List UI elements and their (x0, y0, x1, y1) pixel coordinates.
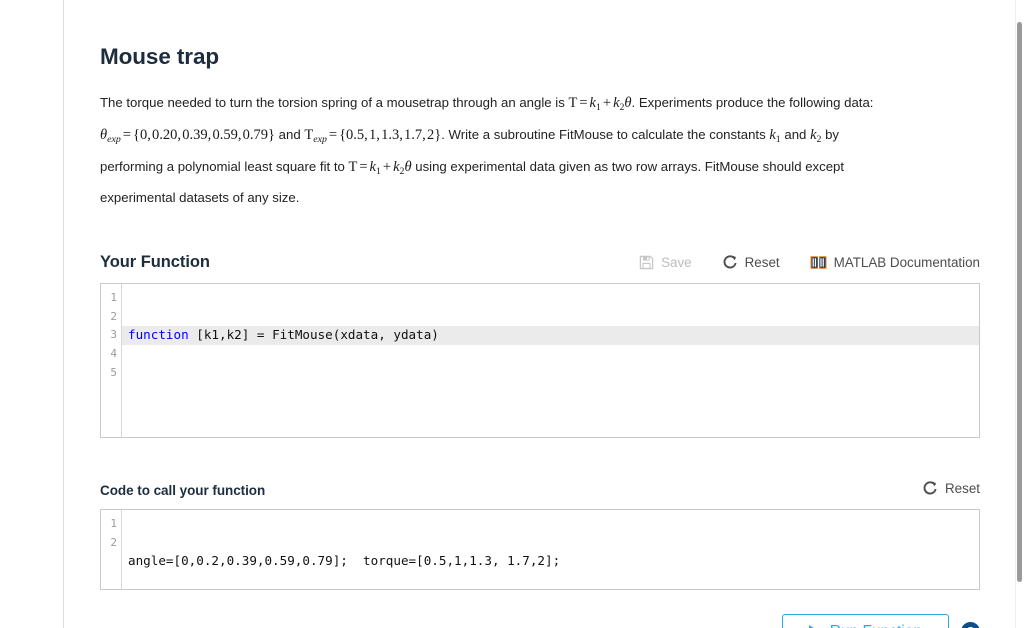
line-number: 5 (101, 364, 121, 383)
theta-exp-values: θexp={0, 0.20, 0.39, 0.59, 0.79} (100, 127, 275, 143)
scrollbar-thumb[interactable] (1017, 22, 1022, 582)
book-icon (810, 255, 827, 270)
k2-symbol: k2 (810, 127, 821, 143)
problem-page: Mouse trap The torque needed to turn the… (0, 0, 1024, 628)
keyword-function: function (128, 327, 189, 342)
reset-function-button[interactable]: Reset (722, 254, 780, 270)
problem-line-3-text-a: performing a polynomial least square fit… (100, 159, 349, 174)
call-function-title: Code to call your function (100, 483, 265, 498)
your-function-header: Your Function Save (100, 253, 980, 272)
line-number: 1 (101, 515, 121, 534)
page-scrollbar[interactable] (1015, 0, 1024, 628)
call-editor-gutter: 1 2 (101, 510, 122, 589)
problem-line-1: The torque needed to turn the torsion sp… (100, 89, 948, 121)
problem-line-2: θexp={0, 0.20, 0.39, 0.59, 0.79} and Tex… (100, 121, 948, 153)
problem-line-2-text-d: . Write a subroutine FitMouse to calcula… (441, 127, 769, 142)
line-number: 3 (101, 326, 121, 345)
problem-line-4: experimental datasets of any size. (100, 184, 948, 211)
line-number: 2 (101, 534, 121, 553)
save-label: Save (661, 255, 692, 270)
call-code-area[interactable]: angle=[0,0.2,0.39,0.59,0.79]; torque=[0.… (122, 510, 979, 589)
matlab-documentation-label: MATLAB Documentation (834, 255, 980, 270)
page-title: Mouse trap (100, 0, 980, 70)
run-function-label: Run Function (830, 623, 922, 628)
your-function-title: Your Function (100, 253, 210, 272)
refresh-icon (722, 254, 738, 270)
code-line-1: function [k1,k2] = FitMouse(xdata, ydata… (122, 326, 979, 345)
footer-actions: Run Function ? (100, 614, 980, 628)
line-number: 4 (101, 345, 121, 364)
call-code-editor[interactable]: 1 2 angle=[0,0.2,0.39,0.59,0.79]; torque… (100, 509, 980, 590)
problem-line-3-text-b: using experimental data given as two row… (412, 159, 844, 174)
refresh-icon (922, 480, 938, 496)
your-function-actions: Save Reset (639, 254, 980, 272)
reset-function-label: Reset (745, 255, 780, 270)
matlab-documentation-link[interactable]: MATLAB Documentation (810, 255, 980, 270)
k1-symbol: k1 (769, 127, 780, 143)
save-button[interactable]: Save (639, 255, 692, 270)
call-function-header: Code to call your function Reset (100, 480, 980, 498)
run-function-button[interactable]: Run Function (782, 614, 949, 628)
code-line-2 (128, 382, 979, 401)
problem-line-2-text-b: and (275, 127, 304, 142)
line-number: 2 (101, 308, 121, 327)
code-line-1-rest: [k1,k2] = FitMouse(xdata, ydata) (189, 327, 439, 342)
line-number: 1 (101, 289, 121, 308)
problem-line-2-text-f: and (781, 127, 810, 142)
call-code-line-1: angle=[0,0.2,0.39,0.59,0.79]; torque=[0.… (128, 552, 979, 571)
help-icon[interactable]: ? (961, 622, 980, 628)
call-function-actions: Reset (922, 480, 980, 498)
problem-line-1-text-b: . Experiments produce the following data… (632, 95, 874, 110)
function-editor-gutter: 1 2 3 4 5 (101, 284, 122, 437)
reset-call-label: Reset (945, 481, 980, 496)
problem-line-3: performing a polynomial least square fit… (100, 153, 948, 185)
problem-statement: The torque needed to turn the torsion sp… (100, 89, 948, 211)
function-code-area[interactable]: function [k1,k2] = FitMouse(xdata, ydata… (122, 284, 979, 437)
problem-line-2-text-h: by (821, 127, 839, 142)
main-content: Mouse trap The torque needed to turn the… (100, 0, 980, 628)
left-rail (0, 0, 63, 628)
left-divider (63, 0, 64, 628)
torque-exp-values: Texp={0.5, 1, 1.3, 1.7, 2} (304, 127, 441, 143)
reset-call-button[interactable]: Reset (922, 480, 980, 496)
floppy-disk-icon (639, 255, 654, 270)
equation-inline-1: T=k1+k2θ (568, 95, 631, 111)
problem-line-1-text-a: The torque needed to turn the torsion sp… (100, 95, 568, 110)
equation-inline-2: T=k1+k2θ (349, 159, 412, 175)
function-editor[interactable]: 1 2 3 4 5 function [k1,k2] = FitMouse(xd… (100, 283, 980, 438)
